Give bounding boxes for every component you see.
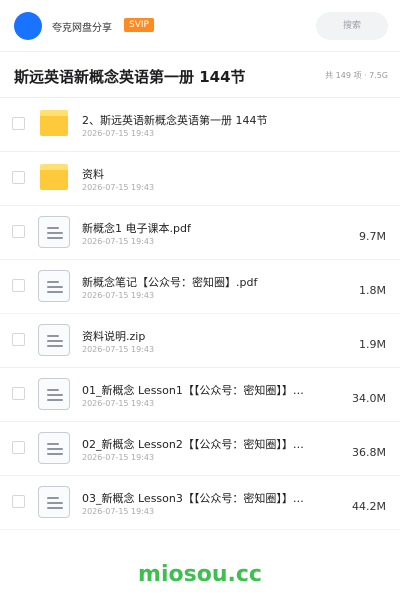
file-name: 02_新概念 Lesson2【【公众号：密知圈】】… [82,438,304,451]
file-date: 2026-07-15 19:43 [82,291,155,300]
document-icon [38,216,70,248]
file-name: 01_新概念 Lesson1【【公众号：密知圈】】… [82,384,304,397]
file-date: 2026-07-15 19:43 [82,345,155,354]
file-row[interactable]: 资料说明.zip 2026-07-15 19:43 1.9M [0,314,400,368]
file-size: 1.9M [359,338,386,351]
select-checkbox[interactable] [12,333,25,346]
file-size: 36.8M [352,446,386,459]
file-date: 2026-07-15 19:43 [82,129,155,138]
select-checkbox[interactable] [12,495,25,508]
select-checkbox[interactable] [12,387,25,400]
site-name: 夸克网盘分享 [52,23,112,34]
file-row[interactable]: 新概念笔记【公众号：密知圈】.pdf 2026-07-15 19:43 1.8M [0,260,400,314]
select-checkbox[interactable] [12,225,25,238]
page-title: 斯远英语新概念英语第一册 144节 [14,68,246,86]
file-row[interactable]: 新概念1 电子课本.pdf 2026-07-15 19:43 9.7M [0,206,400,260]
file-name: 新概念1 电子课本.pdf [82,222,191,235]
file-name: 资料说明.zip [82,330,146,343]
file-name: 03_新概念 Lesson3【【公众号：密知圈】】… [82,492,304,505]
file-name: 新概念笔记【公众号：密知圈】.pdf [82,276,258,289]
document-icon [38,378,70,410]
file-size: 1.8M [359,284,386,297]
file-date: 2026-07-15 19:43 [82,453,155,462]
search-input[interactable]: 搜索 [316,12,388,40]
select-checkbox[interactable] [12,117,25,130]
select-checkbox[interactable] [12,171,25,184]
document-icon [38,324,70,356]
document-icon [38,270,70,302]
file-date: 2026-07-15 19:43 [82,237,155,246]
file-size: 34.0M [352,392,386,405]
file-list: 2、斯远英语新概念英语第一册 144节 2026-07-15 19:43 资料 202… [0,98,400,530]
file-date: 2026-07-15 19:43 [82,183,155,192]
folder-icon [38,162,70,194]
file-date: 2026-07-15 19:43 [82,399,155,408]
svip-badge: SVIP [124,18,154,32]
file-row[interactable]: 02_新概念 Lesson2【【公众号：密知圈】】… 2026-07-15 19:… [0,422,400,476]
document-icon [38,432,70,464]
select-checkbox[interactable] [12,279,25,292]
watermark: miosou.cc [138,562,262,587]
file-row[interactable]: 03_新概念 Lesson3【【公众号：密知圈】】… 2026-07-15 19:… [0,476,400,530]
file-date: 2026-07-15 19:43 [82,507,155,516]
folder-title-bar: 斯远英语新概念英语第一册 144节 共 149 项 · 7.5G [0,52,400,98]
avatar[interactable] [14,12,42,40]
folder-icon [38,108,70,140]
file-name: 2、斯远英语新概念英语第一册 144节 [82,114,268,127]
file-row[interactable]: 2、斯远英语新概念英语第一册 144节 2026-07-15 19:43 [0,98,400,152]
file-size: 9.7M [359,230,386,243]
file-row[interactable]: 01_新概念 Lesson1【【公众号：密知圈】】… 2026-07-15 19:… [0,368,400,422]
select-checkbox[interactable] [12,441,25,454]
folder-summary: 共 149 项 · 7.5G [325,71,388,80]
file-size: 44.2M [352,500,386,513]
file-name: 资料 [82,168,104,181]
top-header: 夸克网盘分享 SVIP 搜索 [0,0,400,52]
document-icon [38,486,70,518]
file-row[interactable]: 资料 2026-07-15 19:43 [0,152,400,206]
